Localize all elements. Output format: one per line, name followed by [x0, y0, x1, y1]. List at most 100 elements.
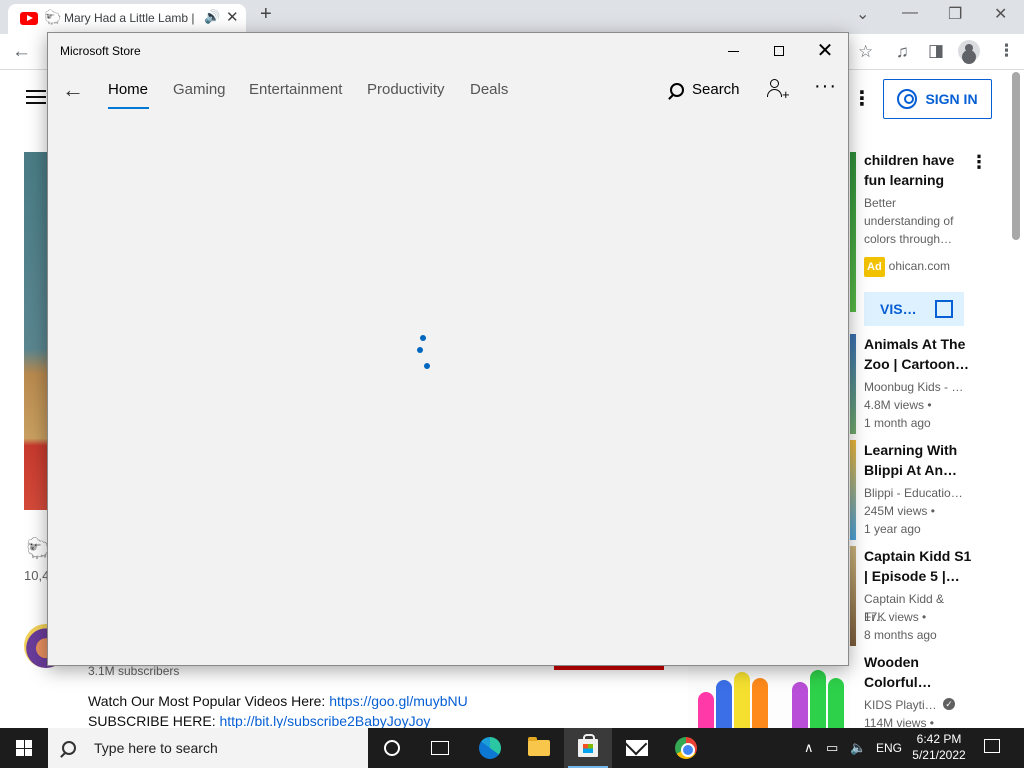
restore-icon[interactable]: ❐	[948, 4, 962, 24]
description-link[interactable]: http://bit.ly/subscribe2BabyJoyJoy	[219, 713, 430, 729]
store-nav-bar: ← Home Gaming Entertainment Productivity…	[48, 69, 848, 117]
more-vertical-icon[interactable]: ⋮	[852, 86, 872, 111]
search-label: Search	[692, 81, 740, 98]
store-minimize-button[interactable]	[710, 37, 756, 65]
start-button[interactable]	[0, 728, 48, 768]
media-queue-icon[interactable]: ♫	[896, 42, 909, 62]
speaker-icon[interactable]: 🔊	[204, 9, 220, 25]
clock-date: 5/21/2022	[912, 748, 966, 762]
visit-button[interactable]: VIS…	[864, 292, 964, 326]
recommendation-title[interactable]: Learning With Blippi At An…	[864, 440, 974, 480]
side-panel-icon[interactable]: ◨	[928, 41, 944, 61]
language-indicator[interactable]: ENG	[876, 728, 902, 768]
profile-avatar-icon[interactable]	[958, 40, 980, 62]
description-line: SUBSCRIBE HERE: http://bit.ly/subscribe2…	[88, 713, 431, 729]
ad-source: Ad ohican.com	[864, 257, 968, 277]
sheep-icon: 🐑	[44, 9, 62, 25]
tab-home[interactable]: Home	[108, 81, 148, 98]
recommendation-title[interactable]: Animals At The Zoo | Cartoon…	[864, 334, 974, 374]
store-title-bar[interactable]: Microsoft Store ✕	[48, 33, 848, 69]
browser-tab-strip: 🐑 Mary Had a Little Lamb | 🔊 ✕ + ⌄ — ❐ ✕	[0, 0, 1024, 34]
more-options-icon[interactable]: ···	[814, 75, 837, 98]
description-line: Watch Our Most Popular Videos Here: http…	[88, 693, 468, 709]
more-vertical-icon[interactable]: ⋮	[970, 152, 988, 173]
verified-check-icon: ✓	[943, 698, 955, 710]
network-icon[interactable]: ▭	[826, 728, 838, 768]
minimize-icon[interactable]: —	[902, 4, 918, 22]
tab-gaming[interactable]: Gaming	[173, 81, 226, 98]
star-icon[interactable]: ☆	[858, 42, 873, 62]
recommendation-title[interactable]: Wooden Colorful…	[864, 652, 974, 692]
notification-center-icon[interactable]	[984, 739, 1000, 753]
volume-icon[interactable]: 🔈	[850, 728, 866, 768]
sign-in-label: SIGN IN	[925, 91, 978, 107]
recommendation-title[interactable]: Captain Kidd S1 | Episode 5 |…	[864, 546, 974, 586]
taskbar-search-placeholder: Type here to search	[94, 740, 218, 756]
clock-time: 6:42 PM	[916, 732, 962, 746]
store-search-button[interactable]: Search	[670, 81, 740, 98]
external-link-icon	[934, 300, 953, 318]
recommendation-age: 8 months ago	[864, 628, 937, 642]
chrome-button[interactable]	[662, 728, 710, 768]
cortana-button[interactable]	[368, 728, 416, 768]
file-explorer-button[interactable]	[515, 728, 563, 768]
edge-button[interactable]	[466, 728, 514, 768]
chevron-down-icon[interactable]: ⌄	[856, 4, 869, 24]
window-title: Microsoft Store	[60, 44, 141, 58]
minimize-icon	[727, 50, 739, 52]
video-thumbnail[interactable]	[850, 546, 856, 646]
taskbar-search-box[interactable]: Type here to search	[48, 728, 368, 768]
store-taskbar-button[interactable]	[564, 728, 612, 768]
video-views: 10,4	[24, 568, 50, 583]
recommendation-channel: Moonbug Kids - …	[864, 380, 964, 394]
tab-productivity[interactable]: Productivity	[367, 81, 445, 98]
windows-logo-icon	[16, 740, 32, 756]
ad-thumbnail[interactable]	[850, 152, 856, 312]
microsoft-store-window: Microsoft Store ✕ ← Home Gaming Entertai…	[47, 32, 849, 666]
tab-close-icon[interactable]: ✕	[226, 8, 239, 26]
tab-deals[interactable]: Deals	[470, 81, 508, 98]
account-icon	[897, 89, 918, 109]
add-account-icon[interactable]: +	[766, 77, 790, 102]
system-clock[interactable]: 6:42 PM 5/21/2022	[908, 731, 970, 763]
description-link[interactable]: https://goo.gl/muybNU	[329, 693, 468, 709]
video-thumbnail[interactable]	[688, 664, 850, 728]
new-tab-button[interactable]: +	[260, 3, 272, 26]
store-maximize-button[interactable]	[756, 37, 802, 65]
page-scrollbar[interactable]	[1012, 72, 1020, 240]
windows-taskbar: Type here to search ∧ ▭ 🔈 ENG 6:42 PM 5/…	[0, 728, 1024, 768]
mail-button[interactable]	[613, 728, 661, 768]
close-icon: ✕	[816, 40, 834, 62]
hamburger-menu-icon[interactable]	[26, 90, 46, 104]
active-tab-indicator	[108, 107, 149, 109]
video-thumbnail[interactable]	[850, 334, 856, 434]
recommendation-views: 245M views •	[864, 504, 935, 518]
close-icon[interactable]: ✕	[994, 4, 1007, 24]
cortana-icon	[384, 740, 400, 756]
video-thumbnail[interactable]	[850, 440, 856, 540]
youtube-favicon-icon	[20, 12, 38, 25]
browser-tab[interactable]: 🐑 Mary Had a Little Lamb | 🔊 ✕	[8, 4, 246, 34]
ad-description: Better understanding of colors through…	[864, 196, 954, 246]
task-view-button[interactable]	[416, 728, 464, 768]
ad-badge: Ad	[864, 257, 885, 277]
recommendation-views: 4.8M views •	[864, 398, 932, 412]
tab-entertainment[interactable]: Entertainment	[249, 81, 342, 98]
store-close-button[interactable]: ✕	[802, 37, 848, 65]
chrome-menu-icon[interactable]: ⋮	[998, 41, 1015, 61]
maximize-icon	[774, 46, 784, 56]
ad-title[interactable]: children have fun learning	[864, 150, 974, 190]
tab-title: Mary Had a Little Lamb |	[64, 11, 195, 25]
sign-in-button[interactable]: SIGN IN	[883, 79, 992, 119]
recommendation-channel: Blippi - Educatio…	[864, 486, 963, 500]
recommendation-age: 1 month ago	[864, 416, 931, 430]
search-icon	[62, 741, 76, 755]
folder-icon	[528, 737, 550, 756]
tray-overflow-chevron-up-icon[interactable]: ∧	[804, 728, 814, 768]
recommendation-age: 1 year ago	[864, 522, 921, 536]
search-icon	[670, 82, 684, 97]
store-bag-icon	[578, 734, 598, 757]
back-arrow-icon[interactable]: ←	[12, 41, 31, 63]
edge-icon	[479, 737, 501, 759]
back-arrow-icon[interactable]: ←	[62, 77, 84, 103]
